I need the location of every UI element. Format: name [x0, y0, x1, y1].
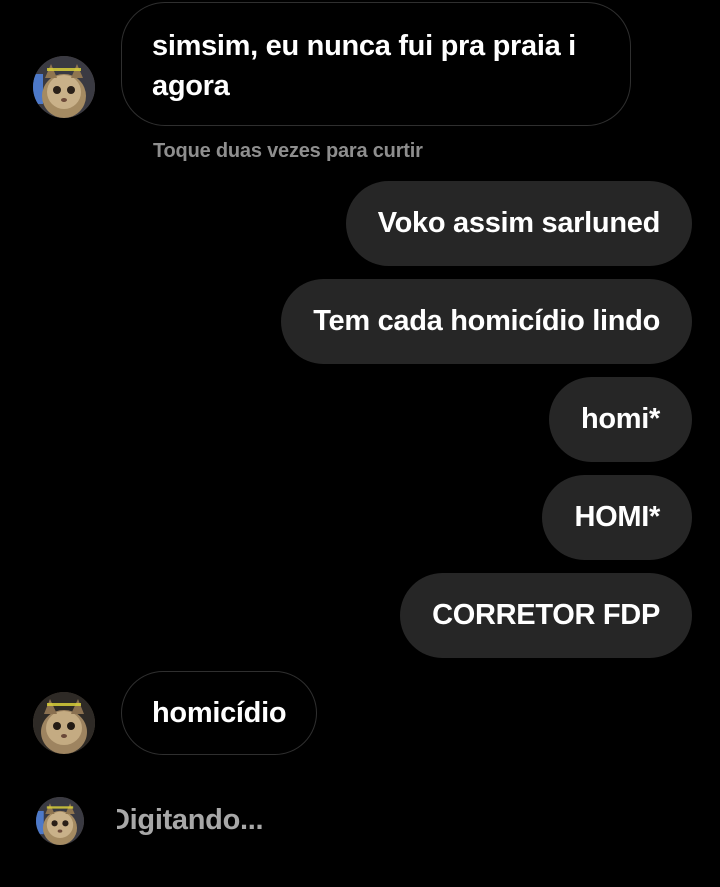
message-text: Tem cada homicídio lindo: [313, 305, 660, 337]
message-text: Voko assim sarluned: [377, 207, 661, 239]
contact-avatar[interactable]: [33, 56, 95, 118]
message-sent-2[interactable]: Voko assim sarluned: [345, 181, 692, 266]
double-tap-like-hint: Toque duas vezes para curtir: [153, 140, 423, 162]
message-text: homicídio: [152, 697, 287, 729]
message-sent-5[interactable]: HOMI*: [542, 475, 692, 560]
cat-avatar-icon: [33, 56, 95, 118]
typing-indicator: Digitando...: [117, 798, 317, 842]
message-received-1[interactable]: simsim, eu nunca fui pra praia i agora: [121, 2, 631, 126]
message-sent-3[interactable]: Tem cada homicídio lindo: [281, 279, 692, 364]
contact-avatar[interactable]: [33, 692, 95, 754]
message-text: HOMI*: [574, 501, 660, 533]
typing-indicator-text: Digitando...: [117, 804, 264, 836]
message-received-7[interactable]: homicídio: [121, 671, 318, 755]
cat-avatar-icon: [36, 797, 84, 845]
message-text: agora: [152, 70, 230, 102]
message-sent-4[interactable]: homi*: [548, 377, 692, 462]
message-text: homi*: [580, 403, 660, 435]
contact-avatar[interactable]: [36, 797, 84, 845]
message-text: CORRETOR FDP: [432, 599, 660, 631]
message-sent-6[interactable]: CORRETOR FDP: [400, 573, 692, 658]
message-text: simsim, eu nunca fui pra praia i: [152, 30, 576, 62]
cat-avatar-icon: [33, 692, 95, 754]
